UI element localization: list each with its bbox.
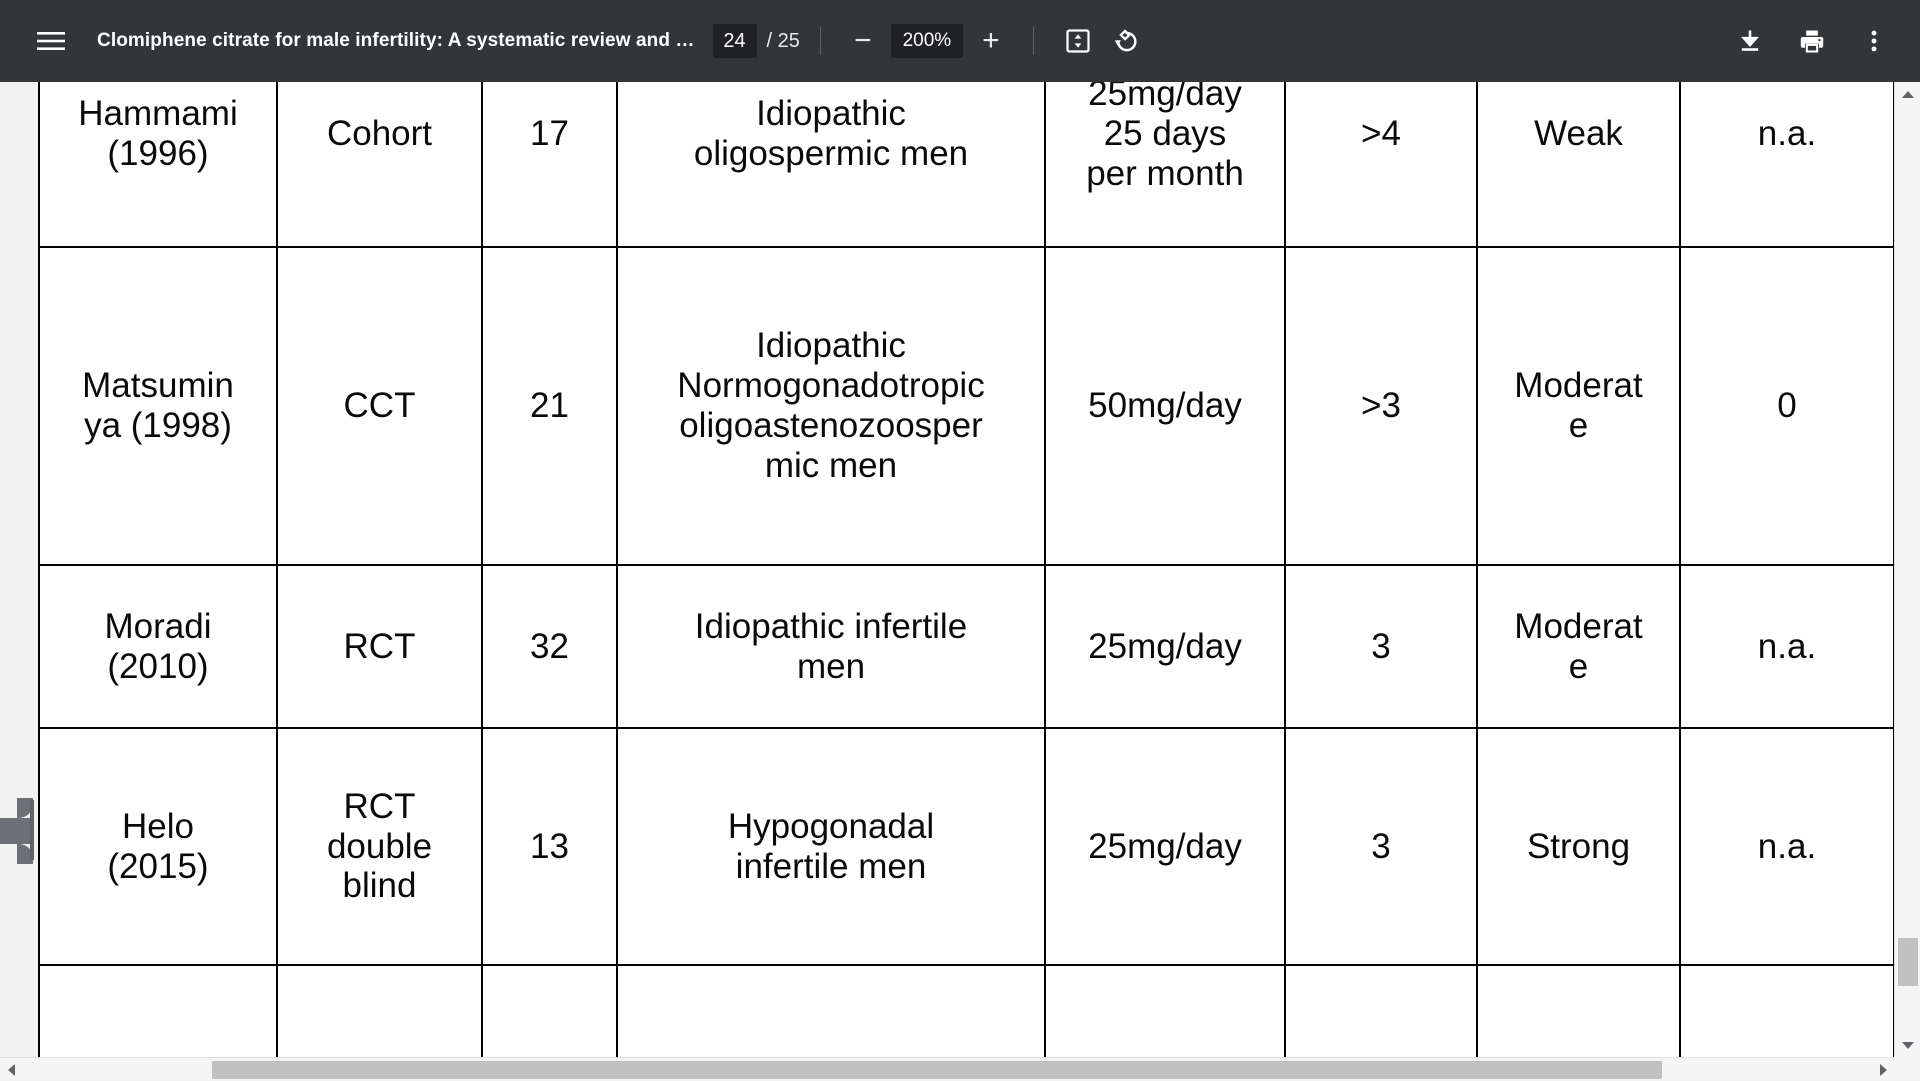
scrollbar-corner [1894, 1057, 1920, 1080]
cell-duration: >4 [1285, 82, 1477, 247]
table-row: Helo (2015) RCT double blind 13 Hypogona… [39, 728, 1894, 965]
page-number-input[interactable] [713, 24, 757, 58]
zoom-level-display[interactable]: 200% [891, 24, 963, 58]
more-options-icon[interactable] [1850, 17, 1898, 65]
cell-evidence: Weak [1477, 82, 1680, 247]
fit-to-page-icon[interactable] [1054, 17, 1102, 65]
document-title: Clomiphene citrate for male infertility:… [97, 30, 695, 52]
table-row: Moradi (2010) RCT 32 Idiopathic infertil… [39, 565, 1894, 728]
print-icon[interactable] [1788, 17, 1836, 65]
cell-study-name: Helo (2015) [39, 728, 277, 965]
cell-sample-size: 21 [482, 247, 617, 565]
cell-study-name: Matsumin ya (1998) [39, 247, 277, 565]
pdf-page-content: Hammami (1996) Cohort 17 Idiopathic olig… [38, 82, 1893, 1080]
hamburger-menu-icon[interactable] [27, 17, 75, 65]
cell-dose: 25mg/day [1045, 728, 1285, 965]
table-row: Hammami (1996) Cohort 17 Idiopathic olig… [39, 82, 1894, 247]
page-total-label: / 25 [767, 30, 800, 53]
cell-design: RCT [277, 565, 482, 728]
download-icon[interactable] [1726, 17, 1774, 65]
cell-population: Hypogonadal infertile men [617, 728, 1045, 965]
zoom-in-button[interactable]: + [969, 19, 1013, 63]
cell-study-name: Hammami (1996) [39, 82, 277, 247]
cell-design: Cohort [277, 82, 482, 247]
drag-handle-grip [0, 818, 33, 844]
cell-evidence: Moderat e [1477, 565, 1680, 728]
cell-sample-size: 32 [482, 565, 617, 728]
cell-duration: >3 [1285, 247, 1477, 565]
horizontal-scrollbar[interactable] [0, 1057, 1920, 1080]
cell-last: 0 [1680, 247, 1894, 565]
vertical-scrollbar-thumb[interactable] [1898, 938, 1918, 986]
scroll-left-arrow[interactable] [0, 1058, 22, 1081]
cell-sample-size: 17 [482, 82, 617, 247]
cell-last: n.a. [1680, 82, 1894, 247]
scroll-up-arrow[interactable] [1895, 82, 1920, 106]
cell-sample-size: 13 [482, 728, 617, 965]
scroll-down-arrow[interactable] [1895, 1033, 1920, 1057]
cell-evidence: Strong [1477, 728, 1680, 965]
cell-last: n.a. [1680, 565, 1894, 728]
studies-table: Hammami (1996) Cohort 17 Idiopathic olig… [38, 82, 1895, 1080]
sidebar-drag-handle[interactable] [0, 800, 38, 860]
toolbar-right-actions [1726, 17, 1898, 65]
toolbar-divider-1 [820, 27, 821, 55]
pdf-page-viewer[interactable]: Hammami (1996) Cohort 17 Idiopathic olig… [0, 82, 1920, 1080]
scroll-right-arrow[interactable] [1872, 1058, 1894, 1081]
cell-design: RCT double blind [277, 728, 482, 965]
toolbar-divider-2 [1033, 27, 1034, 55]
page-indicator: / 25 [713, 24, 800, 58]
cell-population: Idiopathic oligospermic men [617, 82, 1045, 247]
cell-duration: 3 [1285, 728, 1477, 965]
cell-dose: 50mg/day [1045, 247, 1285, 565]
horizontal-scrollbar-thumb[interactable] [212, 1061, 1662, 1079]
cell-design: CCT [277, 247, 482, 565]
vertical-scrollbar[interactable] [1894, 82, 1920, 1057]
pdf-viewer-toolbar: Clomiphene citrate for male infertility:… [0, 0, 1920, 82]
cell-duration: 3 [1285, 565, 1477, 728]
zoom-out-button[interactable]: − [841, 19, 885, 63]
cell-population: Idiopathic Normogonadotropic oligoasteno… [617, 247, 1045, 565]
table-row: Matsumin ya (1998) CCT 21 Idiopathic Nor… [39, 247, 1894, 565]
cell-population: Idiopathic infertile men [617, 565, 1045, 728]
cell-last: n.a. [1680, 728, 1894, 965]
cell-study-name: Moradi (2010) [39, 565, 277, 728]
rotate-counterclockwise-icon[interactable] [1102, 17, 1150, 65]
zoom-controls: − 200% + [841, 19, 1013, 63]
drag-handle-bar [30, 800, 34, 860]
cell-dose: 25mg/day 25 days per month [1045, 82, 1285, 247]
cell-dose: 25mg/day [1045, 565, 1285, 728]
cell-evidence: Moderat e [1477, 247, 1680, 565]
